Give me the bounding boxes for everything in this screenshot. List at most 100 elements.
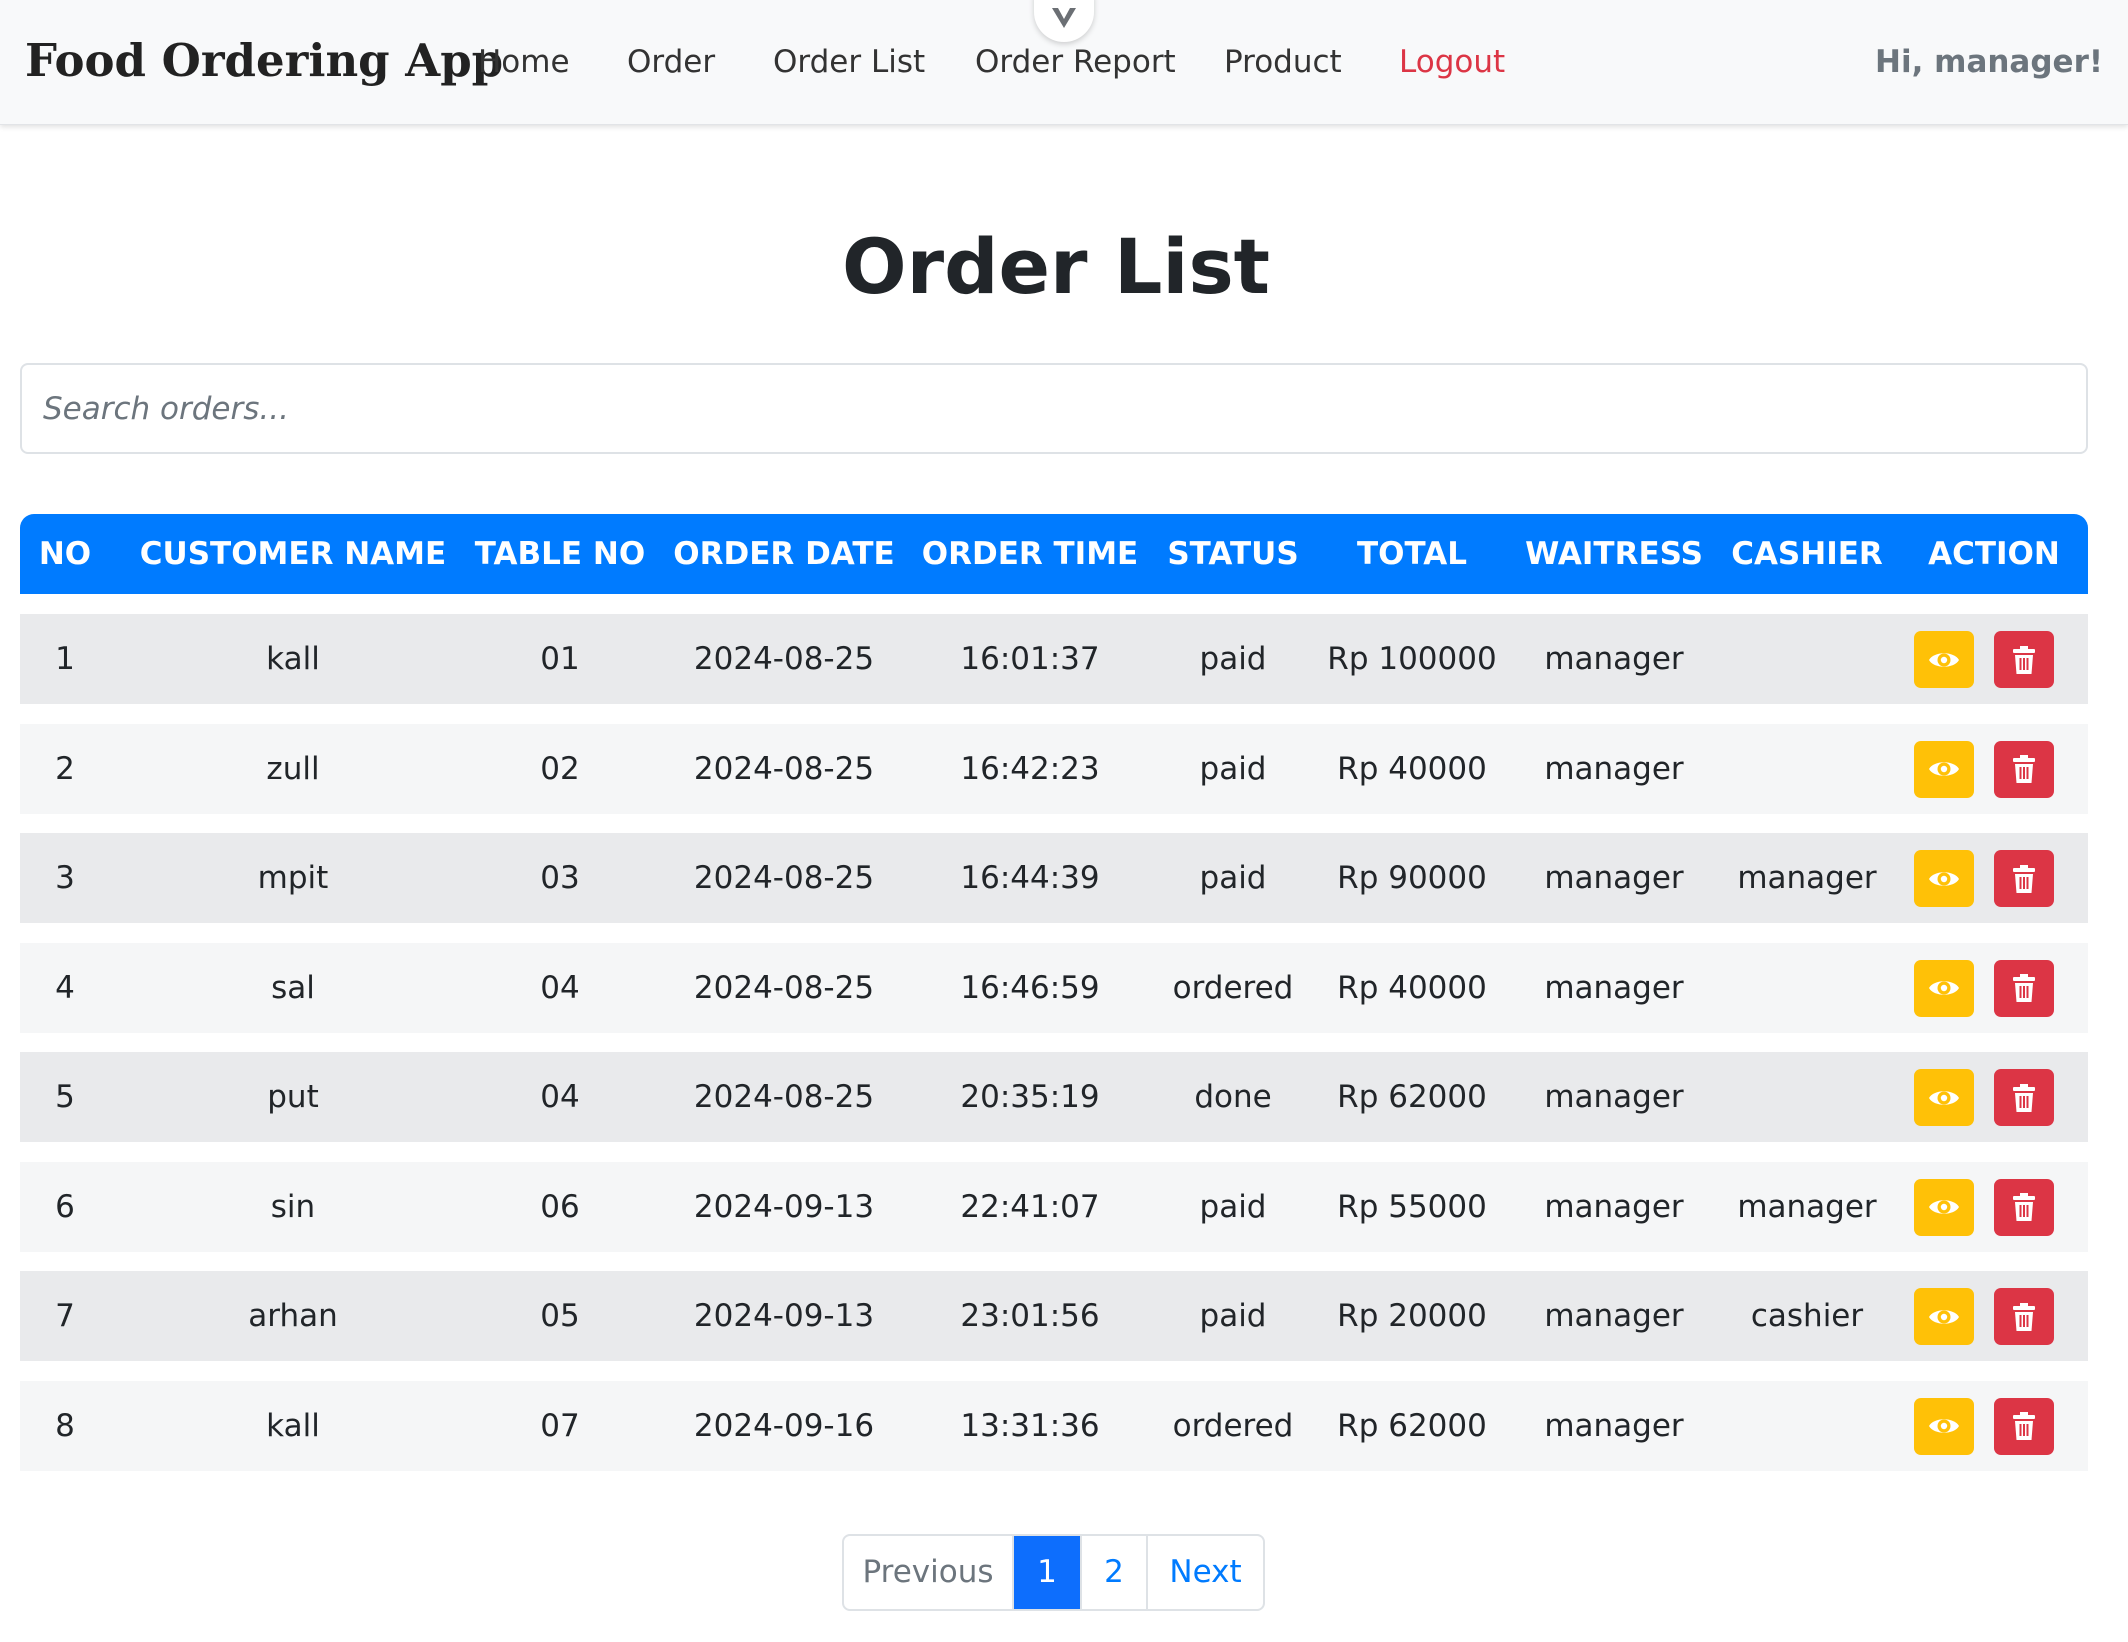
- cell-order-time: 20:35:19: [960, 1079, 1100, 1115]
- cell-customer-name: sin: [270, 1188, 316, 1225]
- delete-order-button[interactable]: [1994, 740, 2054, 798]
- cell-total: Rp 40000: [1337, 750, 1487, 787]
- view-order-button[interactable]: [1914, 1288, 1974, 1345]
- cell-total: Rp 40000: [1337, 969, 1487, 1006]
- cell-total: Rp 62000: [1337, 1407, 1487, 1444]
- delete-order-button[interactable]: [1994, 959, 2054, 1017]
- cell-table-no: 02: [540, 750, 580, 787]
- cell-customer-name: zull: [266, 750, 320, 787]
- pagination-page-1[interactable]: 1: [1014, 1536, 1082, 1609]
- cell-cashier: [1714, 1381, 1900, 1471]
- view-order-button[interactable]: [1914, 631, 1974, 688]
- cell-order-date: 2024-08-25: [693, 860, 875, 896]
- pagination-previous[interactable]: Previous: [844, 1536, 1014, 1609]
- delete-order-button[interactable]: [1994, 1397, 2054, 1455]
- cell-cashier: [1714, 1052, 1900, 1142]
- trash-icon: [2013, 1083, 2035, 1112]
- trash-icon: [2013, 1302, 2035, 1331]
- view-order-button[interactable]: [1914, 1069, 1974, 1126]
- delete-order-button[interactable]: [1994, 1178, 2054, 1236]
- cell-status: done: [1194, 1079, 1272, 1115]
- column-header-order-date: ORDER DATE: [673, 536, 895, 572]
- cell-table-no: 06: [540, 1188, 580, 1225]
- cell-table-no: 01: [540, 641, 580, 677]
- table-row: 4 sal 04 2024-08-25 16:46:59 ordered Rp …: [20, 942, 2088, 1033]
- view-order-button[interactable]: [1914, 1178, 1974, 1236]
- cell-cashier: [1714, 724, 1900, 814]
- cell-waitress: manager: [1544, 860, 1684, 896]
- table-header: NO CUSTOMER NAME TABLE NO ORDER DATE ORD…: [20, 514, 2088, 594]
- nav-product[interactable]: Product: [1224, 44, 1342, 80]
- cell-total: Rp 55000: [1337, 1188, 1487, 1225]
- cell-customer-name: arhan: [248, 1298, 338, 1334]
- eye-icon: [1929, 652, 1959, 667]
- eye-icon: [1929, 1309, 1959, 1324]
- trash-icon: [2013, 974, 2035, 1002]
- delete-order-button[interactable]: [1994, 1069, 2054, 1126]
- cell-table-no: 07: [540, 1407, 580, 1444]
- cell-order-time: 13:31:36: [960, 1407, 1100, 1444]
- cell-waitress: manager: [1544, 1298, 1684, 1334]
- cell-waitress: manager: [1544, 1407, 1684, 1444]
- table-row: 3 mpit 03 2024-08-25 16:44:39 paid Rp 90…: [20, 833, 2088, 923]
- cell-order-time: 22:41:07: [960, 1188, 1100, 1225]
- table-row: 6 sin 06 2024-09-13 22:41:07 paid Rp 550…: [20, 1161, 2088, 1252]
- cell-table-no: 04: [540, 969, 580, 1006]
- column-header-customer-name: CUSTOMER NAME: [139, 536, 447, 572]
- cell-no: 8: [55, 1407, 75, 1444]
- cell-cashier: cashier: [1750, 1298, 1864, 1334]
- cell-total: Rp 100000: [1327, 641, 1497, 677]
- cell-cashier: [1714, 943, 1900, 1033]
- pagination-next[interactable]: Next: [1148, 1536, 1263, 1609]
- chevron-down-icon[interactable]: [1034, 0, 1094, 42]
- delete-order-button[interactable]: [1994, 631, 2054, 688]
- cell-waitress: manager: [1544, 969, 1684, 1006]
- cell-no: 4: [55, 969, 75, 1006]
- view-order-button[interactable]: [1914, 740, 1974, 798]
- cell-waitress: manager: [1544, 750, 1684, 787]
- cell-no: 3: [55, 860, 75, 896]
- trash-icon: [2013, 645, 2035, 674]
- trash-icon: [2013, 1412, 2035, 1440]
- view-order-button[interactable]: [1914, 959, 1974, 1017]
- cell-waitress: manager: [1544, 1188, 1684, 1225]
- table-row: 8 kall 07 2024-09-16 13:31:36 ordered Rp…: [20, 1380, 2088, 1471]
- cell-no: 6: [55, 1188, 75, 1225]
- nav-home[interactable]: Home: [478, 44, 570, 80]
- pagination-page-2[interactable]: 2: [1082, 1536, 1148, 1609]
- cell-waitress: manager: [1544, 641, 1684, 677]
- cell-order-date: 2024-09-13: [693, 1298, 875, 1334]
- page-title: Order List: [841, 222, 1271, 311]
- app-brand[interactable]: Food Ordering App: [25, 34, 503, 87]
- view-order-button[interactable]: [1914, 1397, 1974, 1455]
- cell-order-time: 16:42:23: [960, 750, 1100, 787]
- cell-total: Rp 62000: [1337, 1079, 1487, 1115]
- eye-icon: [1929, 1090, 1959, 1105]
- table-row: 7 arhan 05 2024-09-13 23:01:56 paid Rp 2…: [20, 1271, 2088, 1361]
- delete-order-button[interactable]: [1994, 1288, 2054, 1345]
- nav-order-report[interactable]: Order Report: [975, 44, 1176, 80]
- column-header-status: STATUS: [1167, 536, 1299, 572]
- column-header-waitress: WAITRESS: [1525, 536, 1703, 572]
- cell-order-time: 16:01:37: [960, 641, 1100, 677]
- cell-status: paid: [1199, 1188, 1267, 1225]
- nav-order-list[interactable]: Order List: [773, 44, 925, 80]
- cell-order-time: 16:46:59: [960, 969, 1100, 1006]
- nav-logout[interactable]: Logout: [1399, 44, 1505, 80]
- trash-icon: [2013, 1193, 2035, 1221]
- cell-table-no: 03: [540, 860, 580, 896]
- search-input[interactable]: [20, 363, 2088, 454]
- delete-order-button[interactable]: [1994, 850, 2054, 907]
- cell-status: paid: [1199, 750, 1267, 787]
- column-header-total: TOTAL: [1357, 536, 1467, 572]
- eye-icon: [1929, 1419, 1959, 1433]
- nav-order[interactable]: Order: [627, 44, 715, 80]
- trash-icon: [2013, 755, 2035, 783]
- view-order-button[interactable]: [1914, 850, 1974, 907]
- cell-status: ordered: [1172, 969, 1294, 1006]
- eye-icon: [1929, 1200, 1959, 1214]
- column-header-cashier: CASHIER: [1731, 536, 1883, 572]
- cell-no: 1: [55, 641, 75, 677]
- cell-customer-name: sal: [271, 969, 315, 1006]
- cell-order-date: 2024-09-13: [693, 1188, 875, 1225]
